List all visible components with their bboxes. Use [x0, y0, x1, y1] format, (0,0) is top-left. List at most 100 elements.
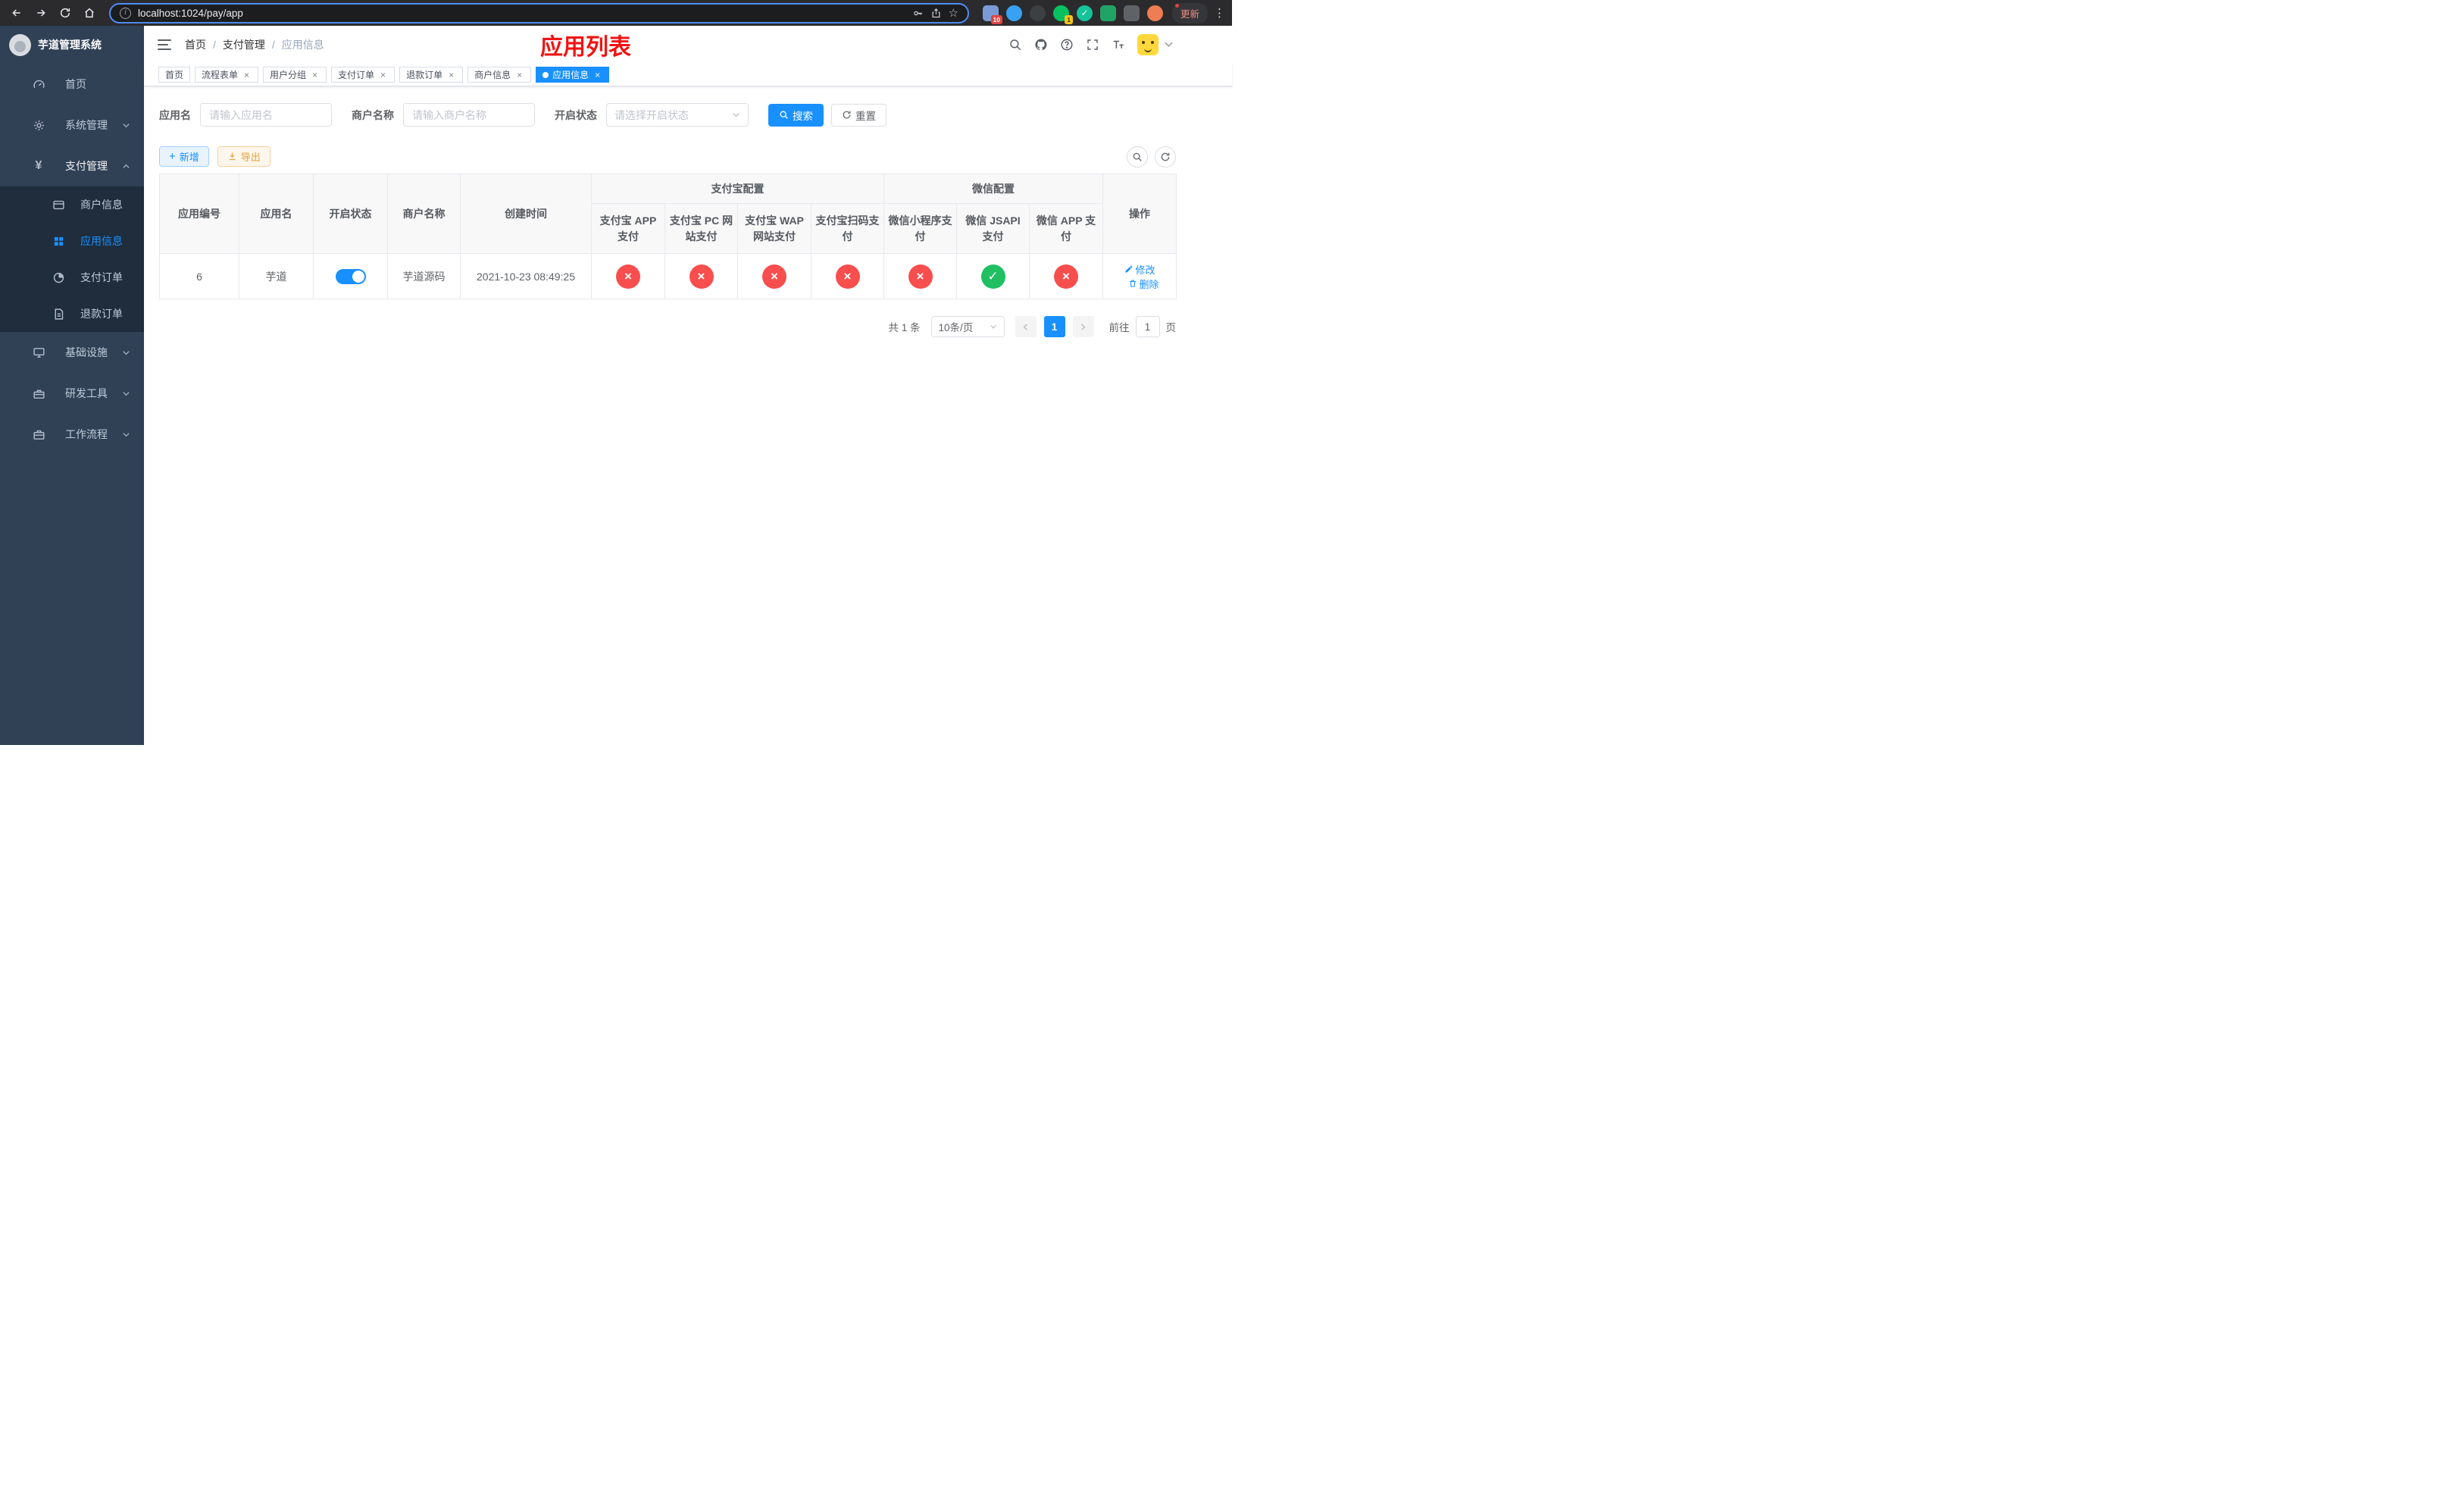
- url-text[interactable]: localhost:1024/pay/app: [138, 8, 905, 19]
- breadcrumb-home[interactable]: 首页: [185, 37, 206, 52]
- header-actions: [1008, 34, 1173, 55]
- home-icon[interactable]: [80, 4, 98, 22]
- refresh-table-button[interactable]: [1155, 146, 1176, 167]
- close-icon[interactable]: ×: [514, 70, 524, 80]
- refresh-icon: [843, 111, 851, 119]
- close-icon[interactable]: ×: [593, 70, 602, 80]
- user-avatar[interactable]: [1137, 34, 1173, 55]
- tab-app-info[interactable]: 应用信息 ×: [536, 67, 610, 83]
- credit-card-icon: [50, 199, 67, 211]
- chevron-down-icon: [990, 324, 996, 329]
- sidebar-item-payment[interactable]: ¥ 支付管理: [0, 146, 144, 186]
- sidebar-item-home[interactable]: 首页: [0, 64, 144, 105]
- next-page-button[interactable]: [1072, 316, 1094, 337]
- close-icon[interactable]: ×: [378, 70, 388, 80]
- monitor-icon: [30, 346, 47, 359]
- export-button[interactable]: 导出: [217, 146, 270, 167]
- fullscreen-icon[interactable]: [1086, 38, 1099, 52]
- tab-merchant-info[interactable]: 商户信息 ×: [467, 67, 532, 83]
- bookmark-star-icon[interactable]: ☆: [949, 8, 958, 19]
- app-name-input[interactable]: [200, 103, 332, 127]
- extension-avatar-icon[interactable]: [1146, 5, 1163, 21]
- edit-link[interactable]: 修改: [1124, 262, 1155, 277]
- status-toggle[interactable]: [335, 268, 366, 284]
- cell-actions: 修改 删除: [1102, 253, 1177, 299]
- yen-icon: ¥: [35, 159, 42, 172]
- filter-form: 应用名 商户名称 开启状态 请选择开启状态 搜索: [159, 103, 1217, 127]
- chevron-left-icon: [1023, 323, 1027, 330]
- reload-icon[interactable]: [56, 4, 74, 22]
- col-header-alipay-app: 支付宝 APP 支付: [591, 203, 665, 254]
- sidebar-item-system[interactable]: 系统管理: [0, 105, 144, 146]
- reset-button[interactable]: 重置: [831, 103, 886, 127]
- grid-icon: [50, 235, 67, 248]
- alipay-app-status-icon: ×: [616, 264, 640, 289]
- alipay-wap-status-icon: ×: [762, 264, 786, 289]
- col-header-status: 开启状态: [313, 174, 388, 254]
- password-key-icon[interactable]: [912, 8, 924, 19]
- sidebar: 芋道管理系统 首页 系统管理 ¥ 支付管理 商户信息 应用信息 支付订单 退款订…: [0, 26, 144, 745]
- extension-check-icon[interactable]: ✓: [1076, 5, 1093, 21]
- chevron-down-icon: [122, 121, 130, 130]
- sidebar-item-workflow[interactable]: 工作流程: [0, 414, 144, 455]
- sidebar-item-dev-tools[interactable]: 研发工具: [0, 373, 144, 414]
- share-icon[interactable]: [930, 8, 942, 19]
- add-button[interactable]: + 新增: [159, 146, 209, 167]
- search-icon[interactable]: [1008, 38, 1022, 52]
- sidebar-item-infra[interactable]: 基础设施: [0, 332, 144, 373]
- show-search-button[interactable]: [1127, 146, 1148, 167]
- merchant-name-input[interactable]: [403, 103, 535, 127]
- brand-title: 芋道管理系统: [38, 39, 102, 51]
- download-icon: [229, 152, 236, 161]
- help-icon[interactable]: [1060, 38, 1074, 52]
- extension-book-icon[interactable]: [1099, 5, 1116, 21]
- page-number-1[interactable]: 1: [1043, 316, 1065, 337]
- extension-wechat-icon[interactable]: 1: [1052, 5, 1073, 24]
- jump-page-input[interactable]: [1135, 316, 1160, 337]
- github-icon[interactable]: [1034, 38, 1048, 52]
- wx-jsapi-status-icon: ✓: [980, 264, 1005, 289]
- extension-plugin-icon[interactable]: [1123, 5, 1140, 21]
- sidebar-item-pay-orders[interactable]: 支付订单: [0, 259, 144, 296]
- extension-dark-icon[interactable]: [1029, 5, 1046, 21]
- delete-link[interactable]: 删除: [1128, 277, 1159, 291]
- col-header-wx-app: 微信 APP 支付: [1028, 203, 1104, 254]
- browser-update-button[interactable]: 更新: [1171, 2, 1208, 23]
- breadcrumb: 首页 / 支付管理 / 应用信息: [185, 37, 324, 52]
- tab-user-group[interactable]: 用户分组 ×: [263, 67, 327, 83]
- tab-process-form[interactable]: 流程表单 ×: [195, 67, 259, 83]
- site-info-icon[interactable]: i: [120, 7, 131, 19]
- search-button[interactable]: 搜索: [768, 103, 824, 127]
- col-header-alipay-wap: 支付宝 WAP 网站支付: [737, 203, 811, 254]
- sidebar-item-refund-orders[interactable]: 退款订单: [0, 296, 144, 332]
- back-icon[interactable]: [8, 4, 26, 22]
- tab-refund-orders[interactable]: 退款订单 ×: [399, 67, 464, 83]
- app-name-label: 应用名: [159, 108, 191, 121]
- address-bar[interactable]: i localhost:1024/pay/app ☆: [109, 2, 969, 23]
- status-select[interactable]: 请选择开启状态: [606, 103, 749, 127]
- tab-pay-orders[interactable]: 支付订单 ×: [331, 67, 396, 83]
- cell-merchant: 芋道源码: [387, 253, 461, 299]
- close-icon[interactable]: ×: [242, 70, 252, 80]
- app-frame: 芋道管理系统 首页 系统管理 ¥ 支付管理 商户信息 应用信息 支付订单 退款订…: [0, 26, 1232, 745]
- sidebar-item-app-info[interactable]: 应用信息: [0, 223, 144, 259]
- font-size-icon[interactable]: [1112, 38, 1125, 52]
- hamburger-icon[interactable]: [158, 39, 171, 50]
- close-icon[interactable]: ×: [310, 70, 320, 80]
- breadcrumb-payment[interactable]: 支付管理: [223, 37, 265, 52]
- merchant-name-label: 商户名称: [352, 108, 394, 121]
- close-icon[interactable]: ×: [446, 70, 456, 80]
- forward-icon[interactable]: [32, 4, 50, 22]
- extension-drop-icon[interactable]: [1005, 5, 1022, 21]
- prev-page-button[interactable]: [1015, 316, 1037, 337]
- col-header-merchant: 商户名称: [387, 174, 461, 254]
- sidebar-item-merchant-info[interactable]: 商户信息: [0, 186, 144, 223]
- extension-puzzle-icon[interactable]: 10: [982, 5, 1002, 24]
- dashboard-icon: [30, 78, 47, 91]
- tab-home[interactable]: 首页: [158, 67, 191, 83]
- page-size-select[interactable]: 10条/页: [930, 316, 1005, 337]
- pagination: 共 1 条 10条/页 1 前往 页: [159, 316, 1176, 337]
- browser-menu-icon[interactable]: ⋮: [1214, 6, 1225, 20]
- chevron-down-icon: [122, 430, 130, 439]
- table-toolbar: + 新增 导出: [159, 146, 1176, 167]
